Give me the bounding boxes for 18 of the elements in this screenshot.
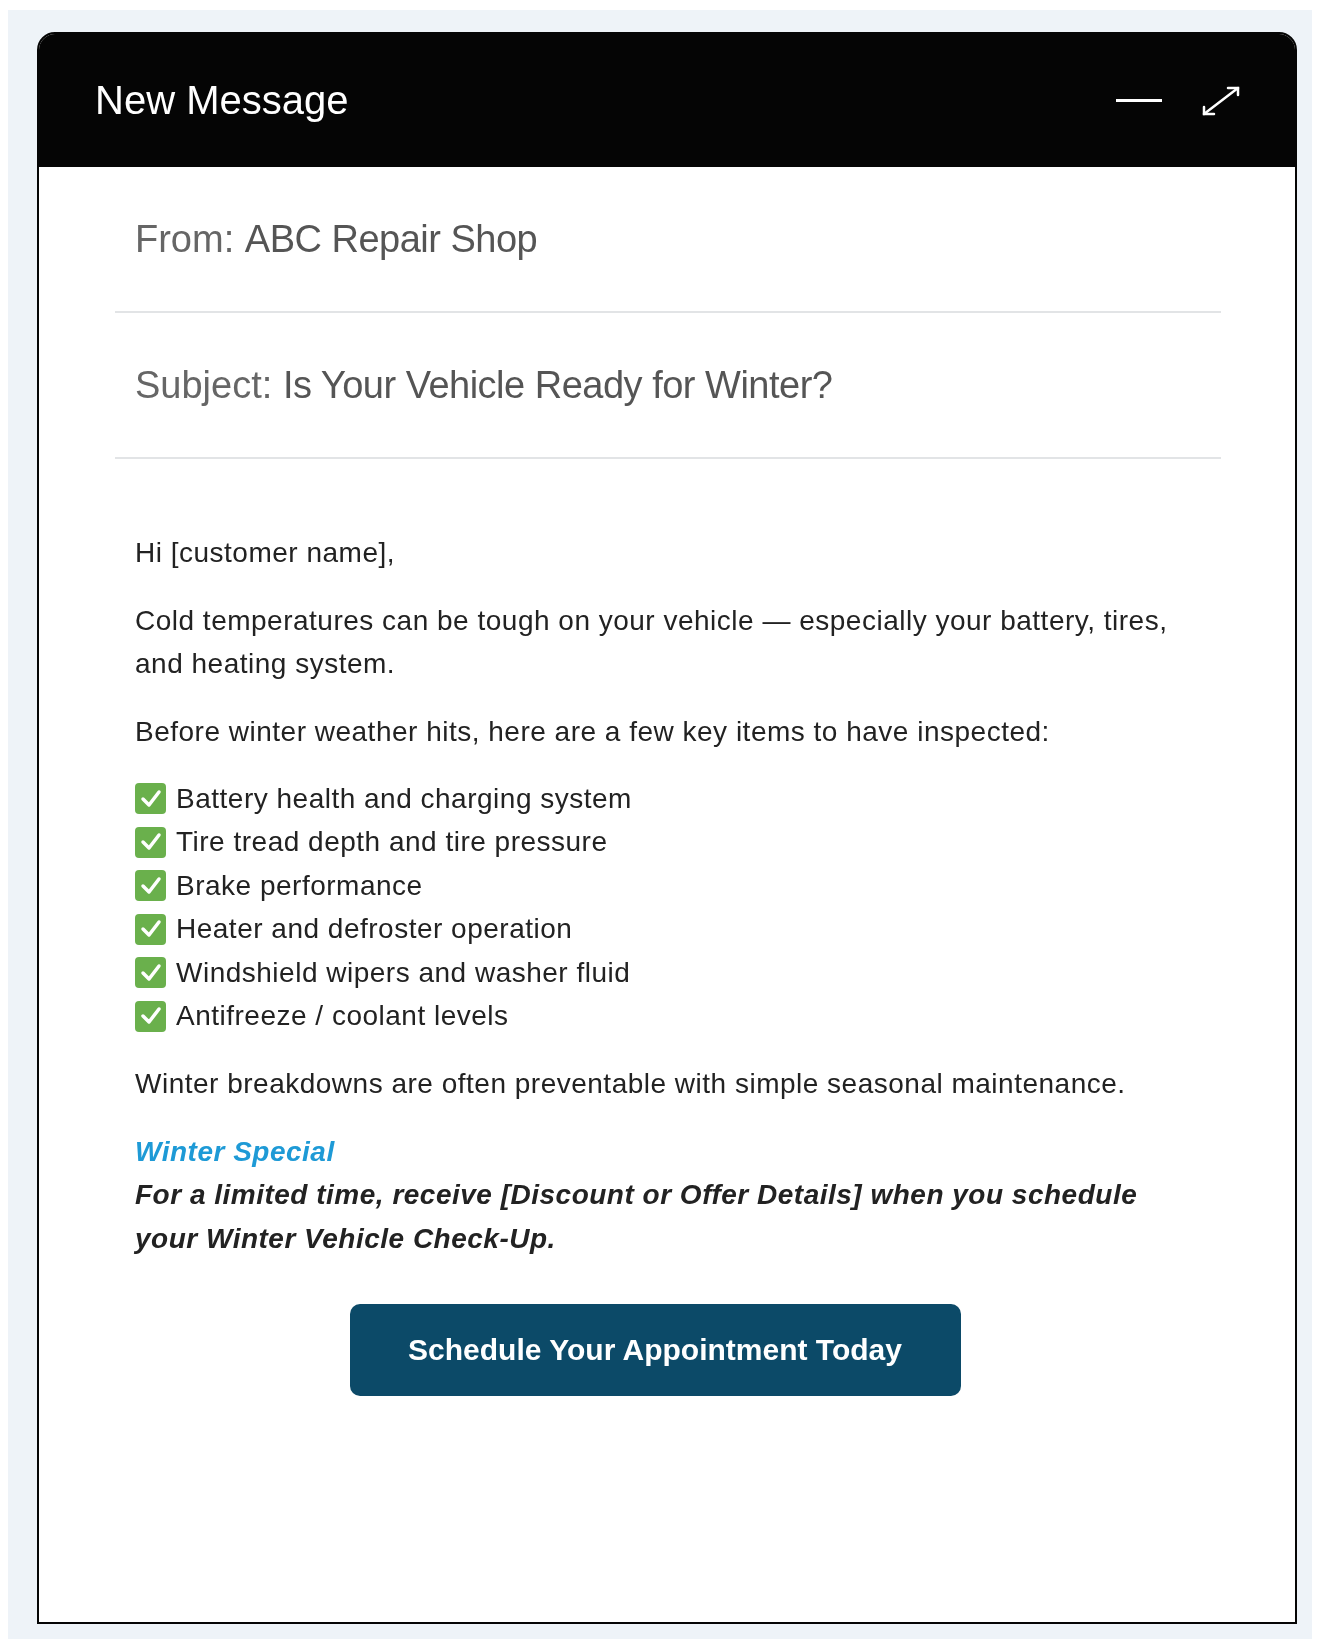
minimize-icon <box>1116 98 1162 103</box>
paragraph-text: Before winter weather hits, here are a few key items to have inspected: <box>135 714 1051 749</box>
schedule-button[interactable]: Schedule Your Appointment Today <box>349 1304 961 1396</box>
header-field: From: ABC Repair Shop <box>135 217 538 261</box>
paragraph-text: Winter breakdowns are often preventable with simple seasonal maintenance. <box>135 1067 1127 1101</box>
special-heading: Winter Special <box>135 1134 335 1169</box>
header-field: Subject: Is Your Vehicle Ready for Winter? <box>135 363 833 407</box>
checklist-text: Tire tread depth and tire pressure <box>176 826 608 859</box>
expand-icon <box>1201 84 1241 117</box>
window-title: New Message <box>95 78 350 123</box>
offer-text: For a limited time, receive [Discount or Offer Details] when you schedule your Winter Vehicle Check-Up. <box>135 1178 1139 1256</box>
checklist-text: Brake performance <box>176 869 423 902</box>
checklist-text: Antifreeze / coolant levels <box>176 1000 509 1033</box>
checklist-text: Battery health and charging system <box>176 782 632 815</box>
greeting-text: Hi [customer name], <box>135 536 397 570</box>
paragraph-text: Cold temperatures can be tough on your vehicle — especially your battery, tires, and heating system. <box>135 603 1169 681</box>
checklist-text: Windshield wipers and washer fluid <box>176 956 631 989</box>
checklist-text: Heater and defroster operation <box>176 913 573 946</box>
